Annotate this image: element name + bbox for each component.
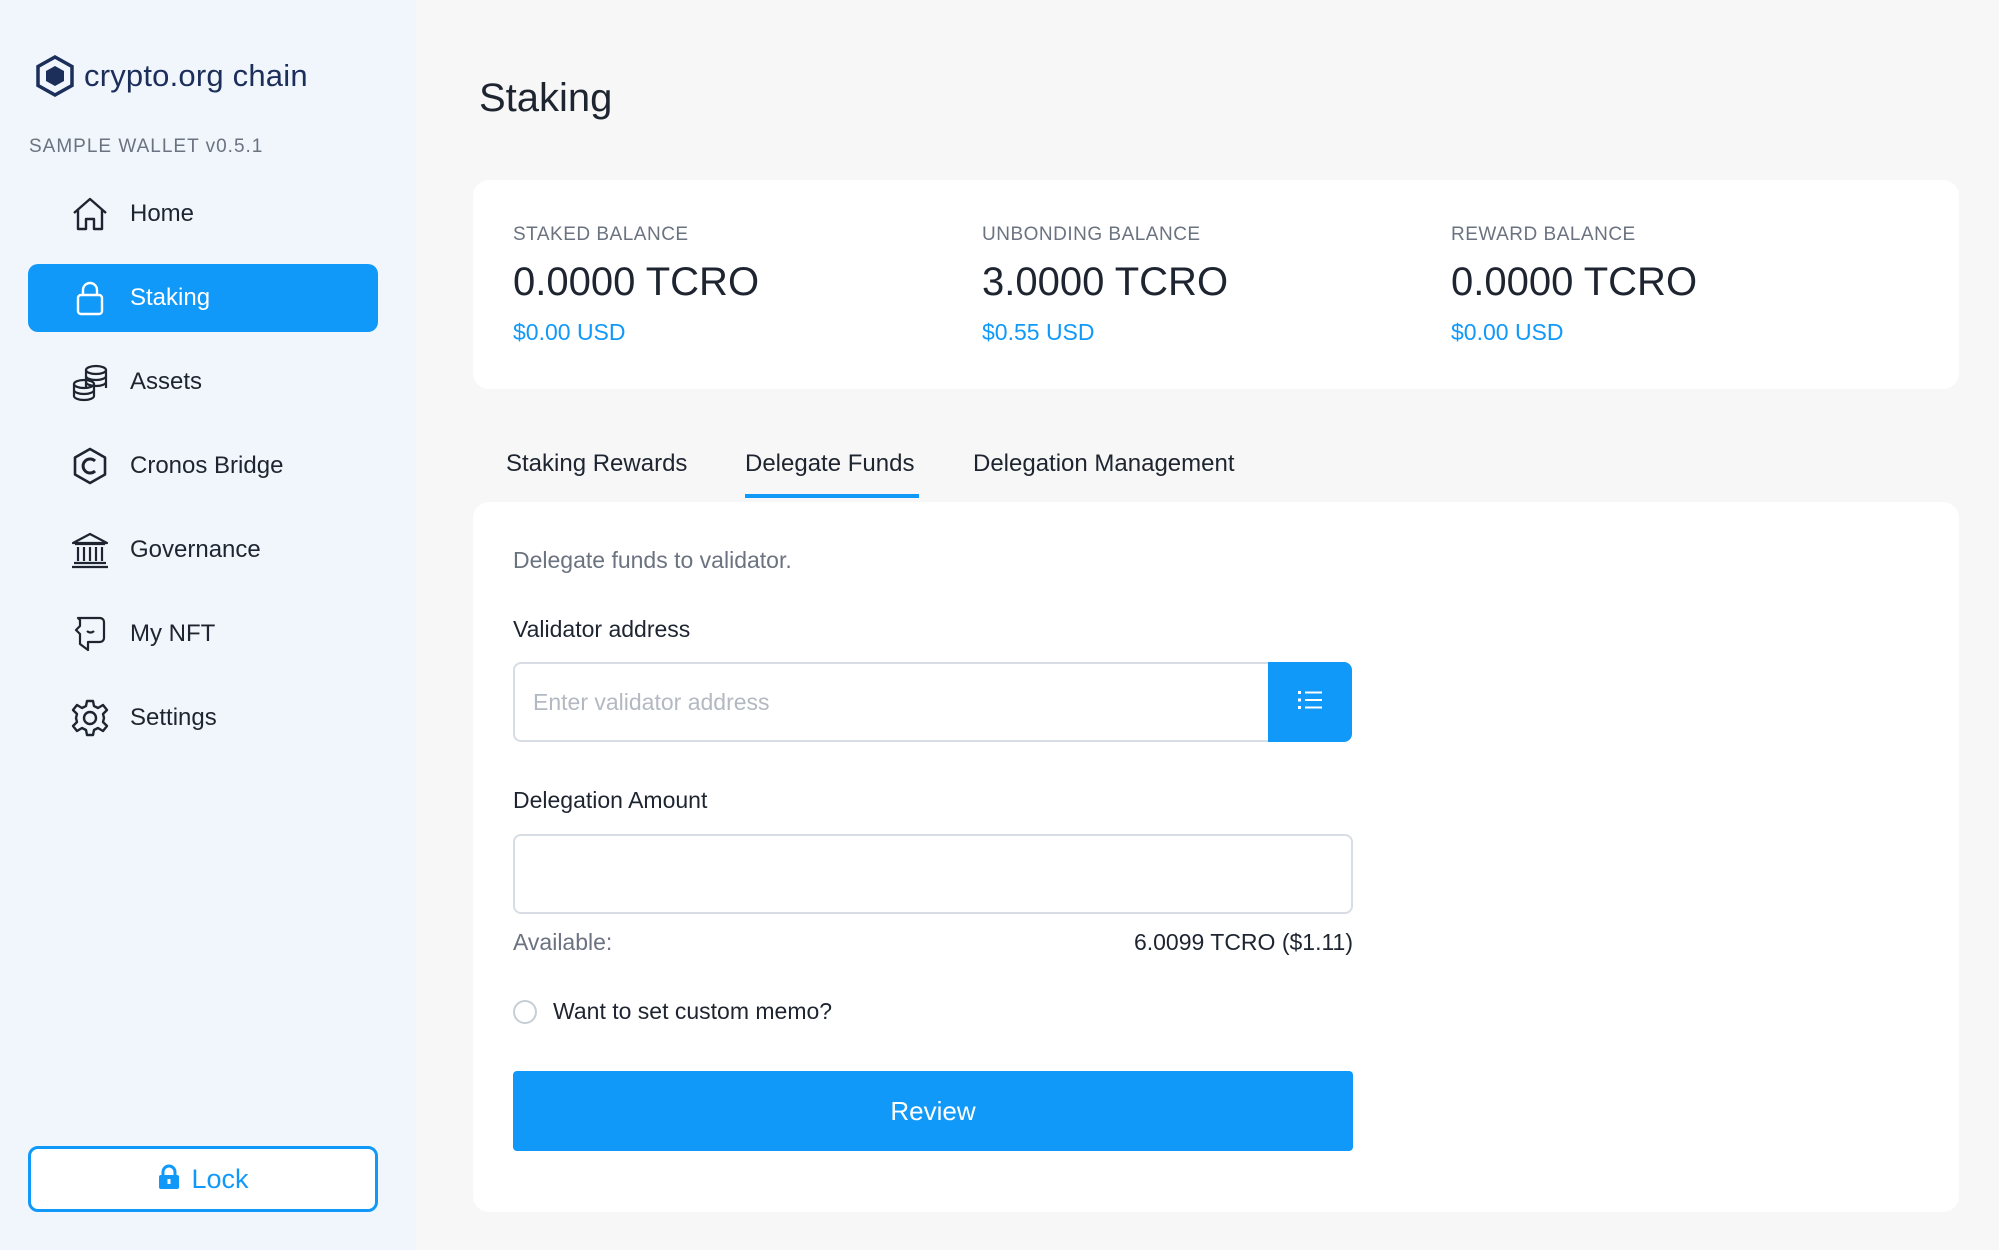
custom-memo-radio[interactable] (513, 999, 537, 1024)
unbonding-balance: UNBONDING BALANCE 3.0000 TCRO $0.55 USD (982, 224, 1228, 346)
brand-logo: crypto.org chain (36, 55, 308, 97)
cronos-icon (68, 444, 112, 488)
sidebar-item-label: Settings (130, 704, 217, 731)
home-icon (68, 192, 112, 236)
sidebar-item-cronos-bridge[interactable]: Cronos Bridge (28, 432, 378, 500)
bank-icon (68, 528, 112, 572)
reward-balance: REWARD BALANCE 0.0000 TCRO $0.00 USD (1451, 224, 1697, 346)
available-label: Available: (513, 929, 613, 955)
balance-title: REWARD BALANCE (1451, 224, 1636, 245)
staked-balance: STAKED BALANCE 0.0000 TCRO $0.00 USD (513, 224, 759, 346)
delegate-funds-panel: Delegate funds to validator. Validator a… (473, 502, 1959, 1212)
lock-button[interactable]: Lock (28, 1146, 378, 1212)
crypto-org-logo-icon (36, 55, 74, 97)
validator-address-label: Validator address (513, 616, 691, 642)
sidebar-item-label: Staking (130, 284, 211, 311)
balance-value: 3.0000 TCRO (982, 260, 1229, 304)
sidebar-item-governance[interactable]: Governance (28, 516, 378, 584)
sidebar-item-label: Assets (130, 368, 203, 395)
sidebar-item-home[interactable]: Home (28, 180, 378, 248)
sidebar-item-label: My NFT (130, 620, 216, 647)
list-icon (1296, 688, 1324, 717)
sidebar-item-my-nft[interactable]: My NFT (28, 600, 378, 668)
panel-intro: Delegate funds to validator. (513, 547, 792, 573)
sidebar-item-staking[interactable]: Staking (28, 264, 378, 332)
balance-usd: $0.00 USD (1451, 319, 1564, 345)
lock-button-label: Lock (191, 1163, 249, 1194)
balance-value: 0.0000 TCRO (1451, 260, 1698, 304)
sidebar: crypto.org chain SAMPLE WALLET v0.5.1 Ho… (0, 0, 416, 1250)
review-button-label: Review (890, 1095, 976, 1126)
balance-usd: $0.00 USD (513, 319, 626, 345)
delegation-amount-label: Delegation Amount (513, 787, 708, 813)
validator-address-input[interactable] (513, 662, 1269, 742)
custom-memo-label: Want to set custom memo? (553, 998, 833, 1024)
sidebar-nav: Home Staking Assets Cronos Bridge Govern… (28, 180, 378, 768)
lock-icon (157, 1164, 181, 1195)
balance-value: 0.0000 TCRO (513, 260, 760, 304)
sidebar-item-label: Cronos Bridge (130, 452, 284, 479)
tab-delegate-funds[interactable]: Delegate Funds (745, 450, 914, 478)
active-tab-indicator (745, 494, 919, 498)
sidebar-item-label: Governance (130, 536, 261, 563)
validator-list-button[interactable] (1268, 662, 1352, 742)
balance-usd: $0.55 USD (982, 319, 1095, 345)
lock-icon (68, 276, 112, 320)
tab-delegation-management[interactable]: Delegation Management (973, 450, 1235, 478)
gear-icon (68, 696, 112, 740)
balance-title: STAKED BALANCE (513, 224, 689, 245)
delegation-amount-input[interactable] (513, 834, 1353, 914)
page-title: Staking (479, 76, 613, 120)
custom-memo-option[interactable]: Want to set custom memo? (513, 998, 832, 1025)
sidebar-item-assets[interactable]: Assets (28, 348, 378, 416)
sidebar-item-settings[interactable]: Settings (28, 684, 378, 752)
review-button[interactable]: Review (513, 1071, 1353, 1151)
sidebar-item-label: Home (130, 200, 195, 227)
balance-title: UNBONDING BALANCE (982, 224, 1201, 245)
tab-staking-rewards[interactable]: Staking Rewards (506, 450, 687, 478)
coins-icon (68, 360, 112, 404)
balances-card: STAKED BALANCE 0.0000 TCRO $0.00 USD UNB… (473, 180, 1959, 389)
wallet-version: SAMPLE WALLET v0.5.1 (29, 136, 264, 157)
brand-name: crypto.org chain (84, 58, 308, 93)
available-value: 6.0099 TCRO ($1.11) (1133, 929, 1353, 955)
nft-icon (68, 612, 112, 656)
